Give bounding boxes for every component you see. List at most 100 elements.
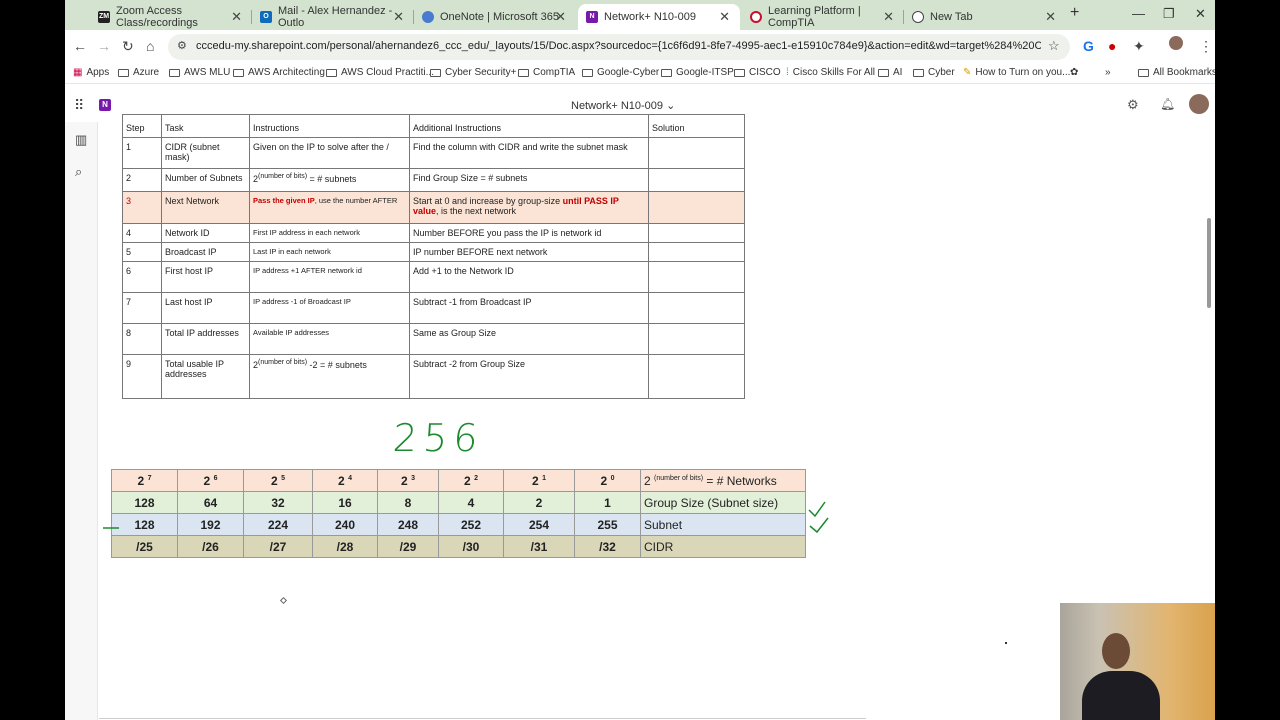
settings-gear-icon[interactable]: ⚙: [1127, 97, 1139, 113]
bookmark-aws-architecting[interactable]: AWS Architecting: [233, 67, 325, 78]
close-icon[interactable]: ✕: [1045, 9, 1056, 25]
more-bookmarks-icon[interactable]: »: [1105, 67, 1111, 78]
bookmark-comptia[interactable]: CompTIA: [518, 67, 575, 78]
page-canvas[interactable]: Step Task Instructions Additional Instru…: [99, 114, 1209, 720]
restore-button[interactable]: ❐: [1163, 6, 1175, 22]
extensions-icon[interactable]: ✦: [1133, 38, 1145, 55]
bookmark-google-itsp[interactable]: Google-ITSP: [661, 67, 734, 78]
star-icon[interactable]: ☆: [1048, 38, 1060, 54]
step-cell: 2: [122, 168, 162, 192]
vertical-scrollbar-thumb[interactable]: [1207, 218, 1211, 308]
bookmark-label: AWS MLU: [184, 67, 231, 78]
tab-mail[interactable]: O Mail - Alex Hernandez - Outlo ✕: [252, 4, 414, 30]
url-bar[interactable]: ⚙ cccedu-my.sharepoint.com/personal/aher…: [168, 34, 1070, 60]
close-icon[interactable]: ✕: [555, 9, 566, 25]
translate-icon[interactable]: G: [1083, 38, 1094, 54]
tab-new[interactable]: New Tab ✕: [904, 4, 1066, 30]
close-icon[interactable]: ✕: [393, 9, 404, 25]
notebooks-icon[interactable]: ▥: [75, 132, 87, 148]
new-tab-button[interactable]: +: [1070, 4, 1079, 22]
tab-onenote-home[interactable]: OneNote | Microsoft 365 ✕: [414, 4, 576, 30]
bookmark-cyber-security[interactable]: Cyber Security+: [430, 67, 516, 78]
instr-cell: Last IP in each network: [249, 242, 410, 262]
exponent: 1: [542, 474, 546, 482]
solution-cell: [648, 191, 745, 224]
close-icon[interactable]: ✕: [883, 9, 894, 25]
bookmark-cisco[interactable]: CISCO: [734, 67, 781, 78]
step-cell: 9: [122, 354, 162, 399]
bookmark-aws-mlu[interactable]: AWS MLU: [169, 67, 230, 78]
folder-icon: [118, 68, 129, 77]
bookmark-label: Google-Cyber: [597, 67, 660, 78]
bookmark-label: AWS Architecting: [248, 67, 325, 78]
user-avatar[interactable]: [1189, 94, 1209, 114]
bell-icon[interactable]: 🔔︎: [1160, 97, 1175, 111]
presenter-head: [1102, 633, 1130, 669]
notebook-title-text: Network+ N10-009: [571, 100, 664, 112]
url-text[interactable]: cccedu-my.sharepoint.com/personal/aherna…: [196, 40, 1041, 52]
minimize-button[interactable]: —: [1132, 6, 1145, 21]
home-button[interactable]: ⌂: [146, 38, 154, 54]
back-button[interactable]: ←: [73, 38, 87, 54]
google-photos-icon[interactable]: ✿: [1070, 67, 1078, 78]
task-cell: Next Network: [161, 191, 250, 224]
add-cell: Subtract -2 from Group Size: [409, 354, 649, 399]
bookmark-label: Apps: [86, 67, 110, 78]
onenote-icon: [422, 11, 434, 23]
close-window-button[interactable]: ✕: [1195, 6, 1206, 22]
tab-label: OneNote | Microsoft 365: [440, 11, 560, 23]
bookmark-label: Google-ITSP: [676, 67, 734, 78]
left-rail: ▥ ⌕: [65, 122, 98, 720]
exponent: 0: [610, 474, 615, 482]
site-info-icon[interactable]: ⚙: [177, 39, 187, 52]
formula-rest: = # subnets: [307, 174, 357, 184]
tab-zoom[interactable]: ZM Zoom Access Class/recordings ✕: [90, 4, 252, 30]
add-cell: Start at 0 and increase by group-size un…: [409, 191, 649, 224]
onenote-logo-icon: N: [99, 99, 111, 111]
zoom-icon: ZM: [98, 11, 110, 23]
search-icon[interactable]: ⌕: [75, 164, 82, 180]
bookmark-label: CISCO: [749, 67, 781, 78]
bookmark-label: AI: [893, 67, 903, 78]
exponent: 7: [147, 474, 152, 482]
tab-label: Network+ N10-009: [604, 11, 697, 23]
bookmark-how-to[interactable]: ✎ How to Turn on you...: [963, 67, 1070, 78]
notebook-title[interactable]: Network+ N10-009 ⌄: [571, 99, 675, 112]
table-row: 8 Total IP addresses Available IP addres…: [122, 323, 745, 355]
profile-avatar[interactable]: [1169, 36, 1183, 50]
instr-cell: 2(number of bits) -2 = # subnets: [249, 354, 410, 399]
opera-extension-icon[interactable]: ●: [1108, 38, 1116, 54]
table-header-row: Step Task Instructions Additional Instru…: [122, 114, 745, 138]
task-cell: Total IP addresses: [161, 323, 250, 355]
task-cell: Total usable IP addresses: [161, 354, 250, 399]
bookmark-label: Cyber: [928, 67, 955, 78]
reload-button[interactable]: ↻: [122, 38, 134, 55]
bookmark-google-cyber[interactable]: Google-Cyber: [582, 67, 659, 78]
close-icon[interactable]: ✕: [231, 9, 242, 25]
all-bookmarks[interactable]: All Bookmarks: [1138, 67, 1215, 78]
add-cell: Add +1 to the Network ID: [409, 261, 649, 293]
bookmark-cyber[interactable]: Cyber: [913, 67, 955, 78]
app-launcher-icon[interactable]: ⠿: [74, 97, 84, 114]
menu-icon[interactable]: ⋮: [1199, 38, 1213, 55]
bookmark-azure[interactable]: Azure: [118, 67, 159, 78]
task-cell: CIDR (subnet mask): [161, 137, 250, 169]
tab-comptia[interactable]: Learning Platform | CompTIA ✕: [742, 4, 904, 30]
bookmark-ai[interactable]: AI: [878, 67, 902, 78]
bookmark-cisco-skills[interactable]: ⁞ Cisco Skills For All: [786, 67, 875, 78]
forward-button[interactable]: →: [97, 38, 111, 54]
task-cell: Network ID: [161, 223, 250, 243]
step-cell: 3: [122, 191, 162, 224]
bookmark-apps[interactable]: ▦ Apps: [73, 67, 109, 78]
instr-rest: , use the number AFTER: [314, 196, 398, 205]
tab-network-plus[interactable]: N Network+ N10-009 ✕: [578, 4, 740, 30]
horizontal-scrollbar[interactable]: [99, 718, 866, 719]
instr-cell: IP address +1 AFTER network id: [249, 261, 410, 293]
formula-exponent: (number of bits): [258, 173, 308, 180]
bookmark-aws-cloud[interactable]: AWS Cloud Practiti...: [326, 67, 434, 78]
browser-window: ZM Zoom Access Class/recordings ✕ O Mail…: [65, 0, 1215, 720]
close-icon[interactable]: ✕: [719, 9, 730, 25]
check-mark-icon: [809, 517, 829, 534]
task-cell: First host IP: [161, 261, 250, 293]
red-text: Pass the given IP: [253, 196, 315, 205]
